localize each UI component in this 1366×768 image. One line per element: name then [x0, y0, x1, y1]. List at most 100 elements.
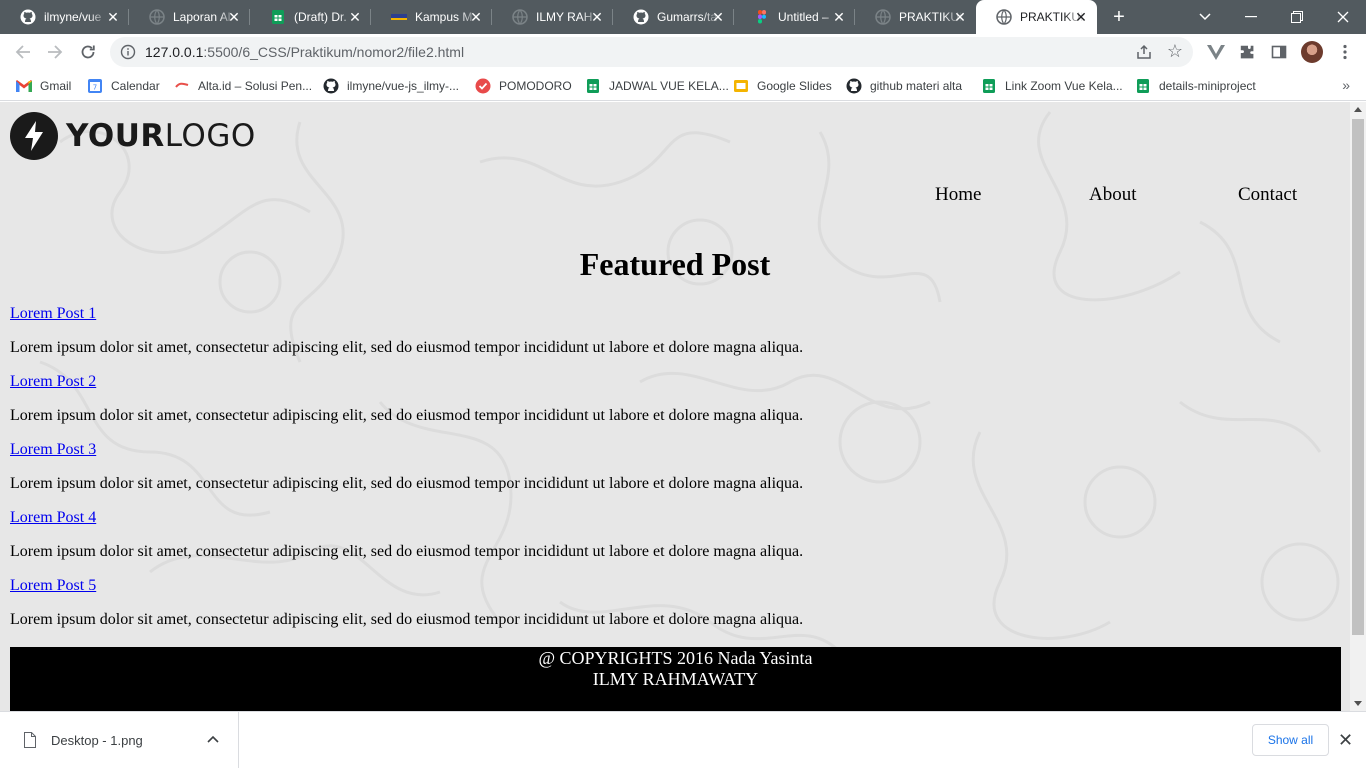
bookmark-google-slides[interactable]: Google Slides — [733, 76, 832, 96]
close-icon[interactable]: ✕ — [105, 9, 121, 25]
bookmark-github-vue[interactable]: ilmyne/vue-js_ilmy-... — [323, 76, 459, 96]
close-icon[interactable]: ✕ — [589, 9, 605, 25]
close-icon[interactable]: ✕ — [1073, 9, 1089, 25]
address-bar[interactable]: 127.0.0.1:5500/6_CSS/Praktikum/nomor2/fi… — [110, 37, 1193, 67]
close-icon[interactable]: ✕ — [226, 9, 242, 25]
bookmark-details-miniproject[interactable]: details-miniproject — [1135, 76, 1256, 96]
post-link-4[interactable]: Lorem Post 4 — [10, 509, 96, 527]
bookmark-gmail[interactable]: Gmail — [16, 76, 71, 96]
bookmark-github-materi[interactable]: github materi alta — [846, 76, 962, 96]
bookmark-label: Calendar — [111, 79, 160, 93]
url-host: 127.0.0.1 — [145, 44, 204, 60]
show-all-button[interactable]: Show all — [1252, 724, 1329, 756]
close-icon[interactable]: ✕ — [347, 9, 363, 25]
reload-icon[interactable] — [74, 38, 102, 66]
post-link-5[interactable]: Lorem Post 5 — [10, 577, 96, 595]
url-text[interactable]: 127.0.0.1:5500/6_CSS/Praktikum/nomor2/fi… — [145, 44, 464, 60]
scroll-up-icon[interactable] — [1354, 107, 1362, 112]
profile-avatar[interactable] — [1301, 41, 1323, 63]
bookmark-label: JADWAL VUE KELA... — [609, 79, 729, 93]
bookmark-label: Link Zoom Vue Kela... — [1005, 79, 1123, 93]
post-text-2: Lorem ipsum dolor sit amet, consectetur … — [10, 407, 804, 424]
svg-text:7: 7 — [93, 84, 97, 92]
bookmark-label: details-miniproject — [1159, 79, 1256, 93]
tab-2[interactable]: Laporan Al ✕ — [129, 0, 250, 34]
google-sheets-icon — [981, 78, 997, 94]
globe-icon — [996, 9, 1012, 25]
site-logo[interactable]: YOURLOGO — [10, 112, 256, 160]
tab-9-active[interactable]: PRAKTIKUI ✕ — [976, 0, 1097, 34]
vue-devtools-icon[interactable] — [1206, 42, 1226, 62]
close-icon[interactable]: ✕ — [831, 9, 847, 25]
nav-contact[interactable]: Contact — [1238, 184, 1297, 206]
close-icon[interactable]: ✕ — [710, 9, 726, 25]
post-text-4: Lorem ipsum dolor sit amet, consectetur … — [10, 543, 804, 560]
bookmark-link-zoom[interactable]: Link Zoom Vue Kela... — [981, 76, 1123, 96]
tab-7[interactable]: Untitled – ✕ — [734, 0, 855, 34]
footer-copyright: @ COPYRIGHTS 2016 Nada Yasinta — [538, 648, 813, 668]
scrollbar-thumb[interactable] — [1352, 119, 1364, 635]
scroll-down-icon[interactable] — [1354, 701, 1362, 706]
close-icon[interactable]: ✕ — [468, 9, 484, 25]
bookmark-label: Google Slides — [757, 79, 832, 93]
google-slides-icon — [733, 78, 749, 94]
nav-about[interactable]: About — [1089, 184, 1137, 206]
share-icon[interactable] — [1135, 43, 1153, 61]
page-title: Featured Post — [579, 246, 771, 282]
tab-5[interactable]: ILMY RAH ✕ — [492, 0, 613, 34]
bookmark-calendar[interactable]: 7 Calendar — [87, 76, 160, 96]
bookmarks-overflow-button[interactable]: » — [1342, 77, 1350, 93]
forward-icon[interactable] — [41, 38, 69, 66]
tab-search-icon[interactable] — [1182, 0, 1228, 34]
globe-icon — [149, 9, 165, 25]
back-icon[interactable] — [9, 38, 37, 66]
minimize-icon[interactable] — [1228, 0, 1274, 34]
download-item[interactable]: Desktop - 1.png — [0, 712, 239, 768]
post-link-2[interactable]: Lorem Post 2 — [10, 373, 96, 391]
tab-1[interactable]: ilmyne/vue ✕ — [0, 0, 129, 34]
tab-strip: ilmyne/vue ✕ Laporan Al ✕ (Draft) Dr. ✕ … — [0, 0, 1366, 34]
close-icon[interactable]: ✕ — [1338, 730, 1353, 750]
side-panel-icon[interactable] — [1269, 42, 1289, 62]
post-link-1[interactable]: Lorem Post 1 — [10, 305, 96, 323]
tab-8[interactable]: PRAKTIKUI ✕ — [855, 0, 976, 34]
tab-6[interactable]: Gumarrs/ta ✕ — [613, 0, 734, 34]
kampus-merdeka-icon — [391, 9, 407, 25]
browser-toolbar: 127.0.0.1:5500/6_CSS/Praktikum/nomor2/fi… — [0, 34, 1366, 70]
restore-icon[interactable] — [1274, 0, 1320, 34]
post-text-5: Lorem ipsum dolor sit amet, consectetur … — [10, 611, 804, 628]
post-link-3[interactable]: Lorem Post 3 — [10, 441, 96, 459]
bookmark-alta[interactable]: Alta.id – Solusi Pen... — [174, 76, 312, 96]
github-icon — [846, 78, 862, 94]
globe-icon — [875, 9, 891, 25]
bookmark-jadwal-vue[interactable]: JADWAL VUE KELA... — [585, 76, 729, 96]
bookmark-label: github materi alta — [870, 79, 963, 93]
page-viewport: YOURLOGO Home About Contact Featured Pos… — [0, 102, 1350, 711]
google-sheets-icon — [270, 9, 286, 25]
alta-icon — [174, 78, 190, 94]
calendar-icon: 7 — [87, 78, 103, 94]
logo-text-bold: YOUR — [66, 118, 165, 154]
bookmark-label: Alta.id – Solusi Pen... — [198, 79, 313, 93]
new-tab-button[interactable]: + — [1107, 5, 1131, 29]
pomodoro-icon — [475, 78, 491, 94]
tab-4[interactable]: Kampus M ✕ — [371, 0, 492, 34]
tab-3[interactable]: (Draft) Dr. ✕ — [250, 0, 371, 34]
github-icon — [633, 9, 649, 25]
site-info-icon[interactable] — [120, 44, 136, 60]
bookmark-pomodoro[interactable]: POMODORO — [475, 76, 572, 96]
nav-home[interactable]: Home — [935, 184, 981, 206]
page-footer: @ COPYRIGHTS 2016 Nada Yasinta ILMY RAHM… — [10, 647, 1341, 711]
download-bar: Desktop - 1.png Show all ✕ — [0, 711, 1366, 768]
extensions-icon[interactable] — [1237, 42, 1257, 62]
chevron-up-icon[interactable] — [207, 731, 219, 746]
github-icon — [20, 9, 36, 25]
bookmark-star-icon[interactable]: ☆ — [1167, 41, 1183, 61]
figma-icon — [754, 9, 770, 25]
close-icon[interactable]: ✕ — [952, 9, 968, 25]
bookmark-label: ilmyne/vue-js_ilmy-... — [347, 79, 460, 93]
bookmark-label: Gmail — [40, 79, 72, 93]
close-window-icon[interactable] — [1320, 0, 1366, 34]
page-scrollbar[interactable] — [1350, 102, 1366, 711]
menu-kebab-icon[interactable] — [1335, 42, 1355, 62]
